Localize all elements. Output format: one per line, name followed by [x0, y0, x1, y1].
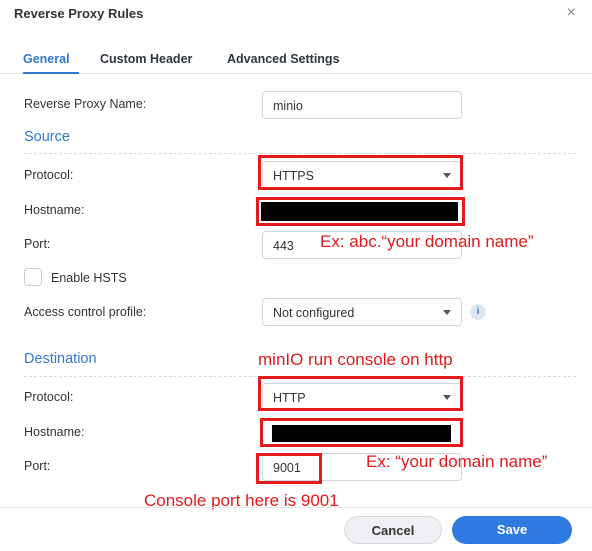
- footer-divider: [0, 507, 592, 508]
- chevron-down-icon: [443, 310, 451, 315]
- access-control-profile-label: Access control profile:: [24, 305, 147, 319]
- close-icon[interactable]: ×: [567, 4, 576, 22]
- access-control-profile-select[interactable]: Not configured: [262, 298, 462, 326]
- annotation-box-destination-protocol: [258, 376, 463, 411]
- source-hostname-label: Hostname:: [24, 203, 85, 217]
- destination-section-title: Destination: [24, 351, 97, 367]
- reverse-proxy-name-input[interactable]: minio: [262, 91, 462, 119]
- destination-protocol-label: Protocol:: [24, 390, 74, 404]
- cancel-button[interactable]: Cancel: [344, 516, 442, 544]
- save-button[interactable]: Save: [452, 516, 572, 544]
- annotation-destination-hostname-example: Ex: “your domain name”: [366, 452, 548, 471]
- source-protocol-label: Protocol:: [24, 168, 74, 182]
- annotation-box-source-protocol: [258, 155, 463, 190]
- dialog-title: Reverse Proxy Rules: [14, 6, 144, 21]
- access-control-profile-value: Not configured: [273, 306, 355, 320]
- info-icon[interactable]: i: [470, 304, 486, 320]
- destination-port-label: Port:: [24, 459, 51, 473]
- annotation-console-port: Console port here is 9001: [144, 491, 339, 510]
- annotation-source-hostname-example: Ex: abc.“your domain name”: [320, 232, 534, 251]
- tab-custom-header[interactable]: Custom Header: [100, 52, 192, 66]
- enable-hsts-checkbox[interactable]: [24, 268, 42, 286]
- annotation-box-destination-port: [256, 453, 322, 484]
- enable-hsts-label: Enable HSTS: [51, 271, 127, 285]
- active-tab-indicator: [23, 72, 79, 74]
- title-bar: Reverse Proxy Rules ×: [0, 0, 592, 30]
- tab-advanced-settings[interactable]: Advanced Settings: [227, 52, 340, 66]
- annotation-minio-console-http: minIO run console on http: [258, 350, 453, 369]
- source-section-title: Source: [24, 129, 70, 145]
- destination-hostname-label: Hostname:: [24, 425, 85, 439]
- source-port-label: Port:: [24, 237, 51, 251]
- source-divider: [24, 153, 576, 154]
- redacted-destination-hostname[interactable]: [272, 425, 451, 442]
- reverse-proxy-dialog: Reverse Proxy Rules × General Custom Hea…: [0, 0, 592, 551]
- reverse-proxy-name-label: Reverse Proxy Name:: [24, 97, 147, 111]
- redacted-source-hostname[interactable]: [261, 202, 458, 221]
- tab-bar: General Custom Header Advanced Settings: [0, 46, 592, 74]
- tab-general[interactable]: General: [23, 52, 70, 66]
